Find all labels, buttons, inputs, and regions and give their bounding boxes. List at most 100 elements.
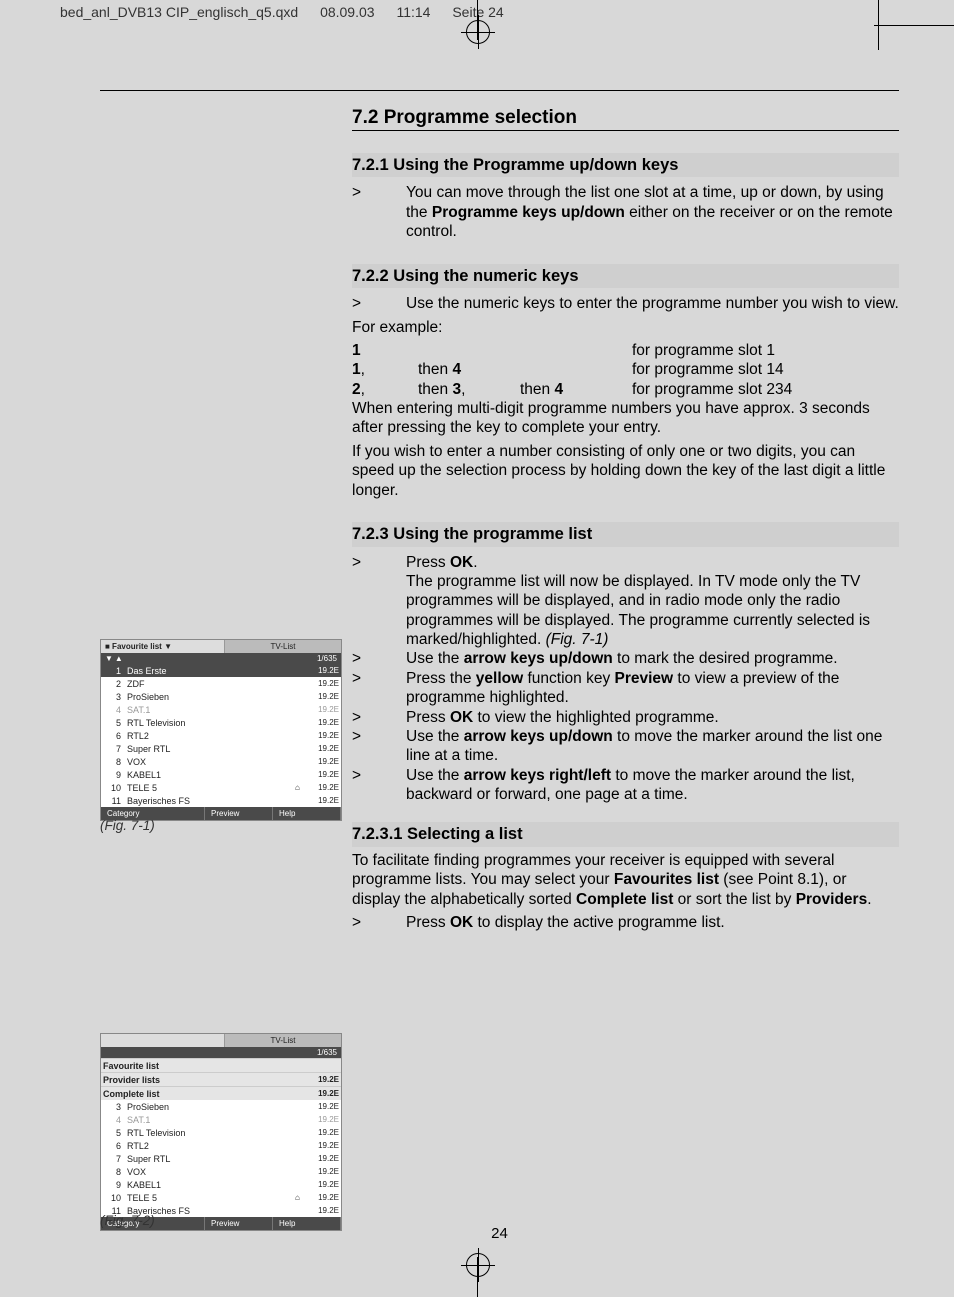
channel-number: 11 [103, 796, 127, 806]
channel-name: SAT.1 [127, 1115, 295, 1125]
bullet-text: Press OK. [406, 553, 899, 572]
menu-list: Favourite listProvider lists19.2EComplet… [101, 1058, 341, 1100]
channel-name: KABEL1 [127, 1180, 295, 1190]
result: for programme slot 14 [632, 360, 804, 379]
text-bold: Providers [796, 891, 868, 908]
menu-label: Provider lists [103, 1075, 305, 1085]
channel-number: 3 [103, 1102, 127, 1112]
channel-row: 5RTL Television19.2E [101, 1126, 341, 1139]
list-menu-item: Complete list19.2E [101, 1086, 341, 1100]
figure-7-1: ■ Favourite list ▼ TV-List ▼▲ 1/635 1Das… [100, 639, 342, 821]
figure-7-2: TV-List 1/635 Favourite listProvider lis… [100, 1033, 342, 1231]
bullet: > Use the arrow keys up/down to mark the… [352, 649, 899, 668]
bullet-text: Use the numeric keys to enter the progra… [406, 294, 899, 313]
channel-row: 9KABEL119.2E [101, 1178, 341, 1191]
text: function key [523, 670, 614, 687]
page-number: 24 [100, 1225, 899, 1242]
channel-name: KABEL1 [127, 770, 295, 780]
bullet-marker: > [352, 669, 406, 708]
channel-number: 10 [103, 1193, 127, 1203]
channel-number: 6 [103, 1141, 127, 1151]
satellite-position: 19.2E [305, 770, 339, 779]
bullet-text: Press the yellow function key Preview to… [406, 669, 899, 708]
text-column: 7.2 Programme selection 7.2.1 Using the … [352, 106, 899, 933]
example-table: 1 for programme slot 1 1, then 4 for pro… [352, 341, 804, 399]
channel-row: 6RTL219.2E [101, 1139, 341, 1152]
satellite-position: 19.2E [305, 666, 339, 675]
text: Use the [406, 767, 464, 784]
text-bold: OK [450, 914, 473, 931]
satellite-position: 19.2E [305, 757, 339, 766]
satellite-position: 19.2E [305, 1115, 339, 1124]
channel-name: ProSieben [127, 692, 295, 702]
channel-name: RTL2 [127, 731, 295, 741]
bullet-marker: > [352, 708, 406, 727]
text-bold: OK [450, 554, 473, 571]
key: then 4 [520, 380, 632, 399]
footer-preview: Preview [205, 807, 273, 820]
print-date: 08.09.03 [320, 4, 375, 20]
text-bold: Favourites list [614, 871, 719, 888]
satellite-position: 19.2E [305, 1128, 339, 1137]
channel-number: 2 [103, 679, 127, 689]
channel-row: 3ProSieben19.2E [101, 690, 341, 703]
fig-total: 1/635 [313, 1047, 341, 1058]
paragraph: The programme list will now be displayed… [406, 572, 899, 650]
paragraph: To facilitate finding programmes your re… [352, 851, 899, 909]
bullet-cont: The programme list will now be displayed… [352, 572, 899, 650]
heading-7-2-2: 7.2.2 Using the numeric keys [352, 264, 899, 289]
fig-total: 1/635 [313, 653, 341, 664]
menu-label: Favourite list [103, 1061, 305, 1071]
list-menu-item: Provider lists19.2E [101, 1072, 341, 1086]
channel-number: 5 [103, 1128, 127, 1138]
text: The programme list will now be displayed… [406, 573, 870, 648]
registration-mark [466, 1253, 490, 1277]
channel-number: 4 [103, 705, 127, 715]
encrypted-icon: ⌂ [295, 1193, 305, 1202]
print-time: 11:14 [396, 4, 430, 20]
key: 1 [352, 341, 418, 360]
satellite-position: 19.2E [305, 1089, 339, 1098]
channel-row: 7Super RTL19.2E [101, 1152, 341, 1165]
bullet-marker: > [352, 727, 406, 766]
channel-name: TELE 5 [127, 783, 295, 793]
channel-row: 7Super RTL19.2E [101, 742, 341, 755]
text: Press [406, 709, 450, 726]
fig-list-type: TV-List [225, 640, 341, 653]
channel-name: Super RTL [127, 1154, 295, 1164]
channel-number: 10 [103, 783, 127, 793]
satellite-position: 19.2E [305, 718, 339, 727]
bullet-marker: > [352, 553, 406, 572]
channel-number: 4 [103, 1115, 127, 1125]
bullet-marker: > [352, 183, 406, 241]
channel-name: RTL Television [127, 718, 295, 728]
fig-title-bar: ■ Favourite list ▼ TV-List [101, 640, 341, 653]
channel-name: SAT.1 [127, 705, 295, 715]
channel-row: 10TELE 5⌂19.2E [101, 1191, 341, 1204]
heading-7-2: 7.2 Programme selection [352, 106, 899, 131]
text-bold: arrow keys right/left [464, 767, 611, 784]
channel-number: 3 [103, 692, 127, 702]
text: Use the [406, 650, 464, 667]
channel-name: Das Erste [127, 666, 295, 676]
channel-row: 6RTL219.2E [101, 729, 341, 742]
channel-row: 1Das Erste 19.2E [101, 664, 341, 677]
channel-name: VOX [127, 1167, 295, 1177]
text: For example: [352, 318, 899, 337]
satellite-position: 19.2E [305, 1206, 339, 1215]
text: Press [406, 554, 450, 571]
bullet-text: Press OK to view the highlighted program… [406, 708, 899, 727]
key: 1, [352, 360, 418, 379]
text-bold: arrow keys up/down [464, 650, 613, 667]
fig-list-type: TV-List [225, 1034, 341, 1047]
channel-number: 1 [103, 666, 127, 676]
bullet: > Use the arrow keys up/down to move the… [352, 727, 899, 766]
bullet-marker: > [352, 649, 406, 668]
channel-name: VOX [127, 757, 295, 767]
channel-row: 5RTL Television19.2E [101, 716, 341, 729]
satellite-position: 19.2E [305, 705, 339, 714]
channel-name: Bayerisches FS [127, 796, 295, 806]
paragraph: If you wish to enter a number consisting… [352, 442, 899, 500]
channel-row: 8VOX19.2E [101, 1165, 341, 1178]
print-file: bed_anl_DVB13 CIP_englisch_q5.qxd [60, 4, 298, 20]
